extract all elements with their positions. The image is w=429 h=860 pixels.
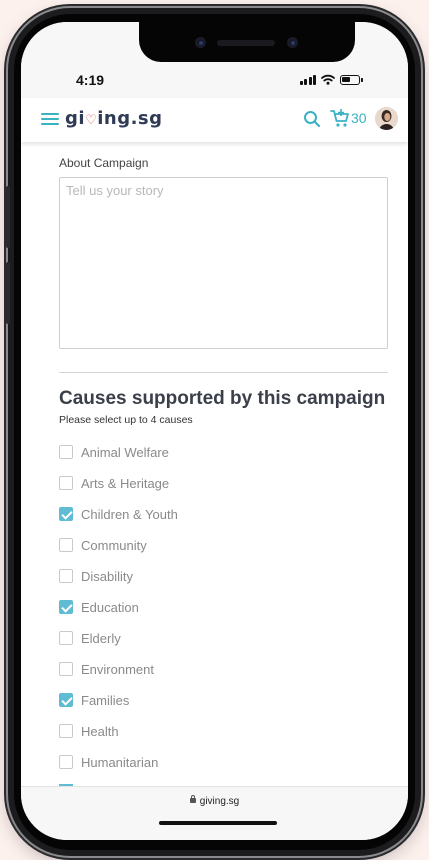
cause-checkbox-education[interactable]: Education [59, 597, 139, 617]
signal-icon [299, 74, 316, 85]
lock-icon [189, 794, 196, 803]
home-indicator[interactable] [159, 821, 277, 825]
cause-label: Animal Welfare [81, 444, 169, 460]
status-time: 4:19 [76, 72, 105, 88]
divider [59, 372, 388, 373]
camera-icon [195, 37, 206, 48]
camera-icon [287, 37, 298, 48]
phone-side-button [6, 262, 10, 324]
causes-title: Causes supported by this campaign [59, 388, 386, 409]
cause-checkbox-arts-heritage[interactable]: Arts & Heritage [59, 473, 169, 493]
app-header: gi♡ing.sg 30 [21, 98, 408, 142]
cause-label: Humanitarian [81, 754, 159, 770]
status-icons [299, 74, 363, 85]
cause-checkbox-elderly[interactable]: Elderly [59, 628, 121, 648]
cause-label: Families [81, 692, 130, 708]
notch [139, 22, 355, 62]
menu-icon[interactable] [41, 113, 59, 126]
checkbox-icon [59, 662, 73, 676]
checkbox-icon [59, 538, 73, 552]
cart-count: 30 [351, 110, 367, 126]
logo-text-start: gi [65, 108, 86, 129]
about-campaign-input[interactable]: Tell us your story [59, 177, 388, 349]
cart-button[interactable]: 30 [330, 108, 367, 128]
checkbox-icon [59, 445, 73, 459]
phone-screen: 4:19 gi♡ing.sg 30 About Campaign Tell us… [21, 22, 408, 840]
cause-label: Education [81, 599, 139, 615]
logo-heart: ♡ [85, 113, 98, 128]
phone-side-button [6, 186, 10, 248]
about-campaign-label: About Campaign [59, 156, 149, 170]
search-icon[interactable] [303, 110, 321, 128]
cause-checkbox-health[interactable]: Health [59, 721, 119, 741]
cause-label: Arts & Heritage [81, 475, 170, 491]
checkbox-checked-icon [59, 507, 73, 521]
checkbox-icon [59, 476, 73, 490]
browser-url-bar[interactable]: giving.sg [21, 786, 408, 840]
avatar[interactable] [375, 107, 398, 130]
checkbox-checked-icon [59, 600, 73, 614]
checkbox-icon [59, 755, 73, 769]
cause-checkbox-disability[interactable]: Disability [59, 566, 133, 586]
checkbox-checked-icon [59, 693, 73, 707]
avatar-image [375, 107, 398, 130]
checkbox-icon [59, 569, 73, 583]
cause-label: Elderly [81, 630, 121, 646]
cause-label: Environment [81, 661, 154, 677]
cause-checkbox-community[interactable]: Community [59, 535, 147, 555]
wifi-icon [321, 74, 335, 85]
cause-label: Health [81, 723, 119, 739]
cause-label: Disability [81, 568, 134, 584]
checkbox-icon [59, 631, 73, 645]
cause-checkbox-animal-welfare[interactable]: Animal Welfare [59, 442, 169, 462]
cause-checkbox-humanitarian[interactable]: Humanitarian [59, 752, 158, 772]
logo-text-end: ing.sg [97, 108, 163, 129]
site-logo[interactable]: gi♡ing.sg [65, 108, 163, 129]
url-display: giving.sg [21, 794, 408, 807]
cart-icon [330, 109, 349, 127]
cause-label: Community [81, 537, 147, 553]
speaker-grille [217, 40, 275, 46]
cause-checkbox-environment[interactable]: Environment [59, 659, 154, 679]
url-text: giving.sg [199, 796, 240, 807]
battery-icon [340, 74, 363, 85]
cause-checkbox-children-youth[interactable]: Children & Youth [59, 504, 178, 524]
checkbox-icon [59, 724, 73, 738]
causes-subtitle: Please select up to 4 causes [59, 414, 193, 426]
cause-label: Children & Youth [81, 506, 178, 522]
cause-checkbox-families[interactable]: Families [59, 690, 129, 710]
